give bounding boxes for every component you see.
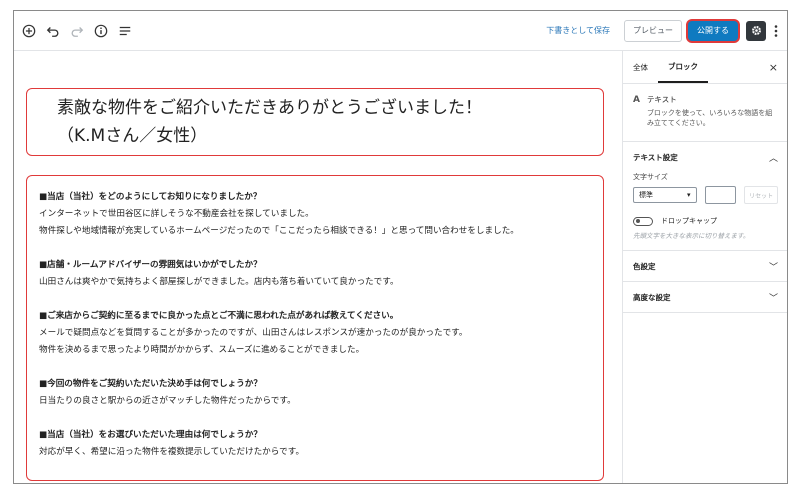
font-size-select[interactable]: 標準 ▾ [633,187,697,203]
panel-title: テキスト設定 [633,152,678,162]
font-size-value: 標準 [639,191,653,199]
save-draft-button[interactable]: 下書きとして保存 [546,25,610,36]
block-title: テキスト [646,95,677,104]
settings-sidebar: 全体 ブロック × A テキスト ブロックを使って、いろいろな物語を組み立ててく… [622,51,787,483]
question: ■当店（当社）をどのようにしてお知りになりましたか？ [39,192,262,202]
advanced-settings-panel: 高度な設定 ﹀ [623,282,787,313]
text-settings-panel: テキスト設定 ︿ 文字サイズ 標準 ▾ リセット ドロップキャップ 先頭文字を大… [623,142,787,251]
panel-title: 色設定 [633,261,656,271]
list-view-icon[interactable] [114,20,136,42]
font-size-label: 文字サイズ [633,173,668,181]
drop-cap-row: ドロップキャップ [633,216,778,226]
chevron-down-icon: ﹀ [768,262,778,273]
close-icon[interactable]: × [769,61,778,74]
question: ■ご来店からご契約に至るまでに良かった点とご不満に思われた点があれば教えてくださ… [39,311,399,321]
answer-line: メールで疑問点などを質問することが多かったのですが、山田さんはレスポンスが速かっ… [39,328,468,338]
custom-size-input[interactable] [704,186,737,204]
answer-line: 物件を決めるまで思ったより時間がかからず、スムーズに進めることができました。 [39,345,365,355]
tab-block[interactable]: ブロック [658,51,708,83]
text-settings-toggle[interactable]: テキスト設定 ︿ [623,142,787,172]
answer-line: 日当たりの良さと駅からの近さがマッチした物件だったからです。 [39,396,296,406]
editor-window: 下書きとして保存 プレビュー 公開する 素敵な物件をご紹介いただきありがとうござ… [13,10,788,484]
answer-line: インターネットで世田谷区に詳しそうな不動産会社を探していました。 [39,209,314,219]
text-settings-body: 文字サイズ 標準 ▾ リセット ドロップキャップ 先頭文字を大きな表示に切り替え… [623,172,787,251]
question: ■今回の物件をご契約いただいた決め手は何でしょうか？ [39,379,262,389]
post-title-block[interactable]: 素敵な物件をご紹介いただきありがとうございました！ （K.Mさん／女性） [26,88,604,156]
chevron-down-icon: ﹀ [768,293,778,304]
paragraph-icon: A [633,95,640,105]
qa-item: ■今回の物件をご契約いただいた決め手は何でしょうか？ 日当たりの良さと駅からの近… [39,376,603,410]
block-card: A テキスト ブロックを使って、いろいろな物語を組み立ててください。 [623,84,787,142]
preview-button[interactable]: プレビュー [624,19,682,42]
post-title-line: （K.Mさん／女性） [57,126,208,146]
question: ■当店（当社）をお選びいただいた理由は何でしょうか？ [39,430,262,440]
question: ■店舗・ルームアドバイザーの雰囲気はいかがでしたか？ [39,260,262,270]
qa-item: ■当店（当社）をお選びいただいた理由は何でしょうか？ 対応が早く、希望に沿った物… [39,427,603,461]
drop-cap-help: 先頭文字を大きな表示に切り替えます。 [633,232,750,240]
advanced-settings-toggle[interactable]: 高度な設定 ﹀ [623,282,787,312]
panel-title: 高度な設定 [633,292,671,302]
redo-icon[interactable] [66,20,88,42]
color-settings-toggle[interactable]: 色設定 ﹀ [623,251,787,281]
info-icon[interactable] [90,20,112,42]
top-toolbar: 下書きとして保存 プレビュー 公開する [14,11,787,51]
paragraph-block[interactable]: ■当店（当社）をどのようにしてお知りになりましたか？ インターネットで世田谷区に… [26,175,604,481]
qa-item: ■当店（当社）をどのようにしてお知りになりましたか？ インターネットで世田谷区に… [39,189,603,240]
drop-cap-toggle[interactable] [633,216,653,226]
qa-item: ■ご来店からご契約に至るまでに良かった点とご不満に思われた点があれば教えてくださ… [39,308,603,359]
block-description: ブロックを使って、いろいろな物語を組み立ててください。 [646,109,773,127]
sidebar-tabs: 全体 ブロック × [623,51,787,84]
answer-line: 対応が早く、希望に沿った物件を複数提示していただけたからです。 [39,447,305,457]
caret-down-icon: ▾ [687,191,691,199]
answer-line: 物件探しや地域情報が充実しているホームページだったので「ここだったら相談できる！… [39,226,519,236]
qa-item: ■店舗・ルームアドバイザーの雰囲気はいかがでしたか？ 山田さんは爽やかで気持ちよ… [39,257,603,291]
reset-button[interactable]: リセット [744,186,778,204]
color-settings-panel: 色設定 ﹀ [623,251,787,282]
publish-button[interactable]: 公開する [688,20,738,41]
undo-icon[interactable] [42,20,64,42]
gear-icon[interactable] [746,20,766,41]
answer-line: 山田さんは爽やかで気持ちよく部屋探しができました。店内も落ち着いていて良かったで… [39,277,399,287]
post-title-line: 素敵な物件をご紹介いただきありがとうございました！ [57,98,482,118]
chevron-up-icon: ︿ [768,153,778,164]
editor-canvas: 素敵な物件をご紹介いただきありがとうございました！ （K.Mさん／女性） ■当店… [14,51,622,483]
drop-cap-label: ドロップキャップ [661,217,717,225]
more-vertical-icon[interactable] [771,24,781,37]
tab-document[interactable]: 全体 [623,51,658,83]
add-block-icon[interactable] [18,20,40,42]
font-size-row: 標準 ▾ リセット [633,186,778,204]
